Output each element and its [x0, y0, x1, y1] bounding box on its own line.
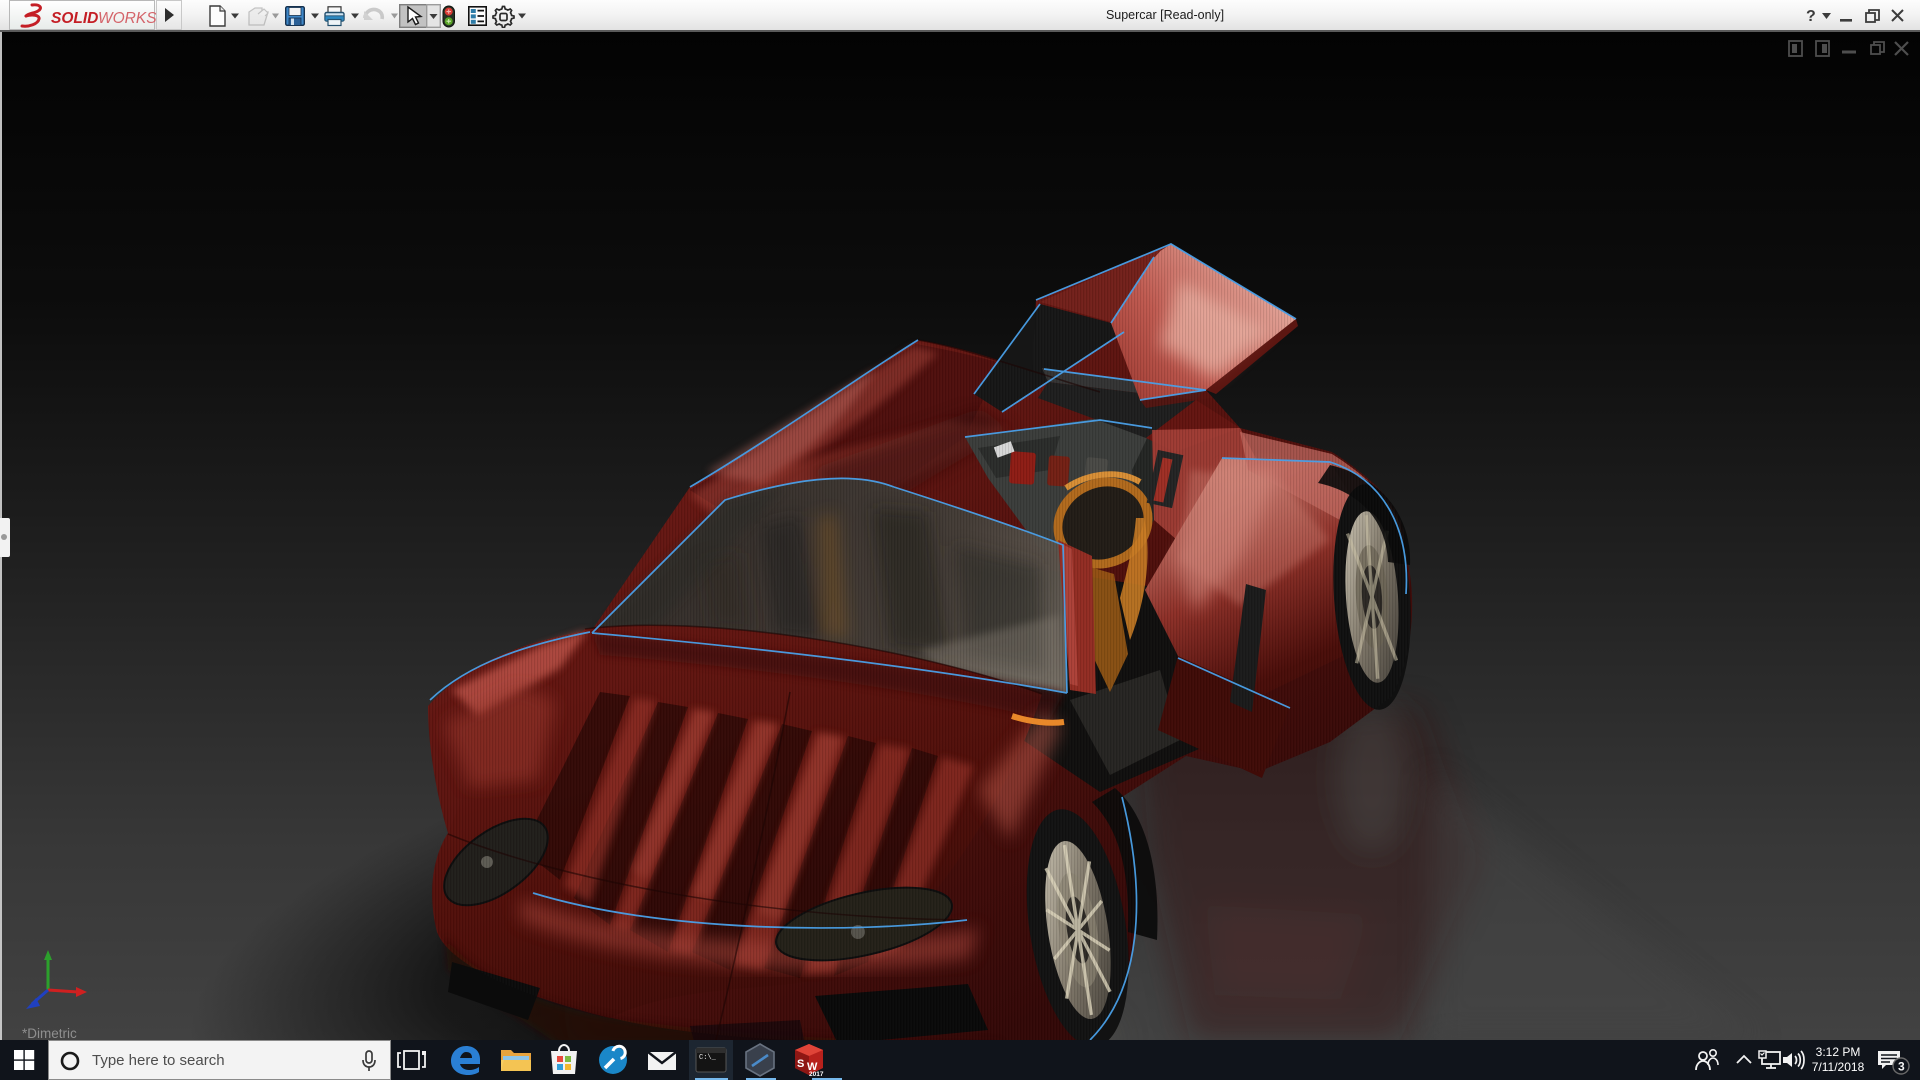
svg-text:C:\_: C:\_: [699, 1054, 717, 1062]
svg-text:S: S: [797, 1058, 804, 1070]
svg-text:?: ?: [1806, 8, 1816, 25]
svg-text:3: 3: [1898, 1060, 1905, 1074]
